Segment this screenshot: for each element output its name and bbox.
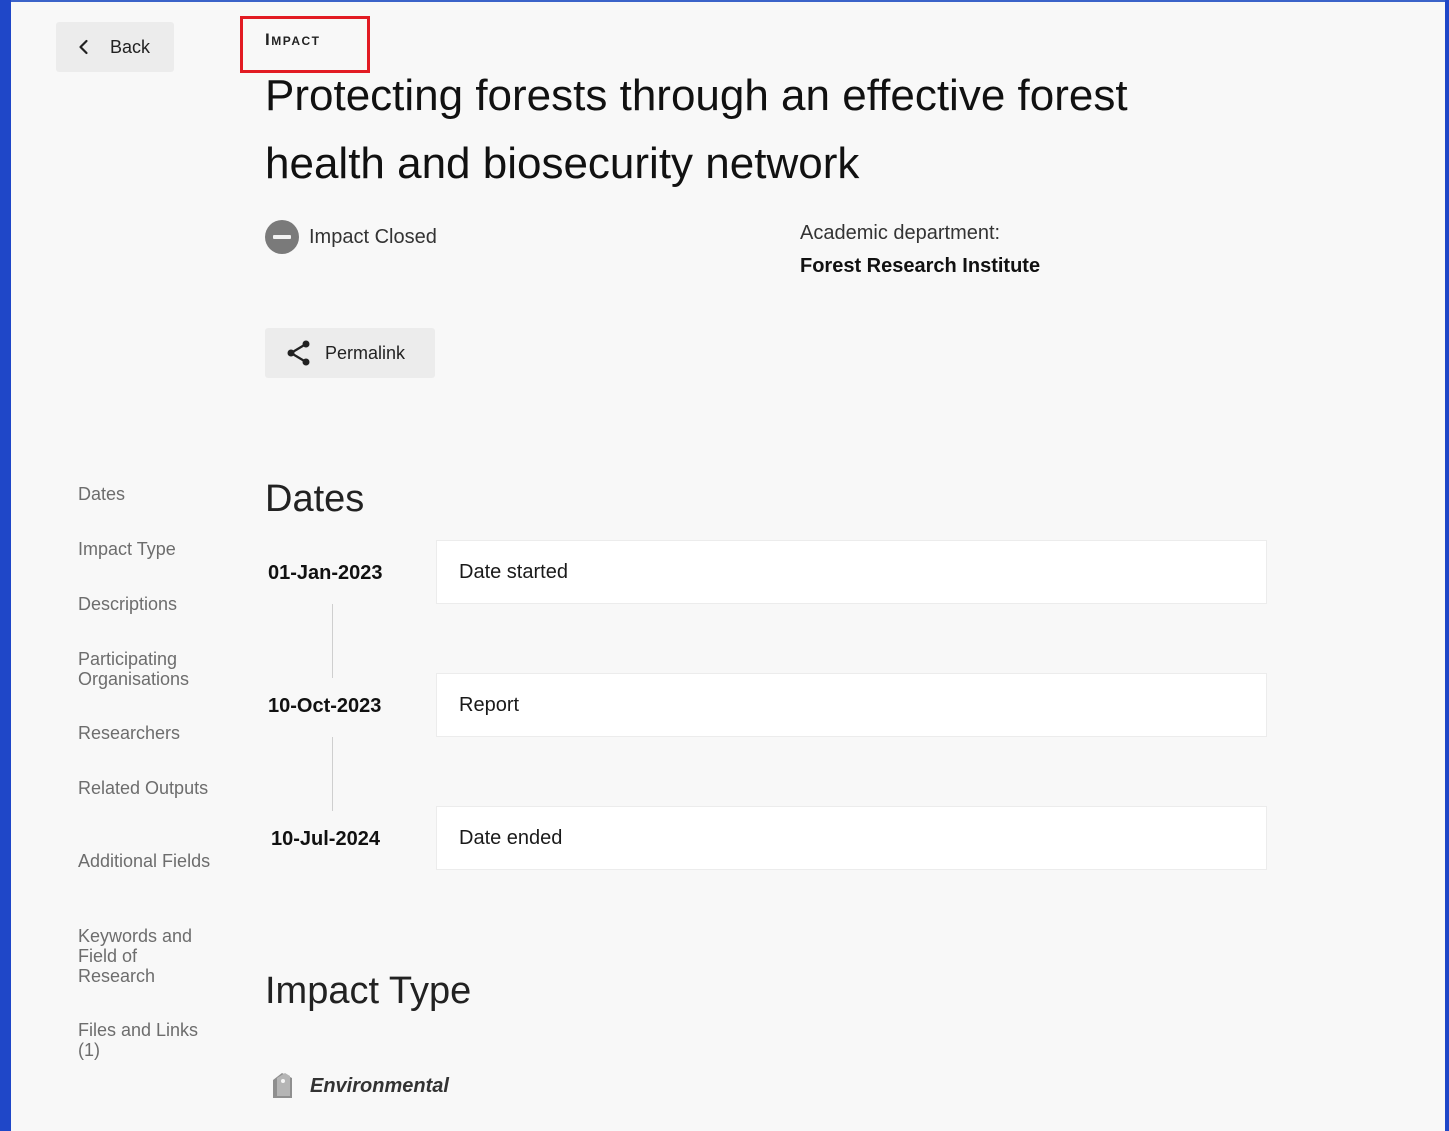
academic-department: Academic department: Forest Research Ins… <box>800 222 1040 278</box>
status-text: Impact Closed <box>309 225 437 248</box>
impact-type-heading: Impact Type <box>265 970 472 1012</box>
window-edge-right <box>1445 0 1449 1131</box>
date-card: Report <box>436 673 1267 737</box>
sidebar-item-keywords[interactable]: Keywords and Field of Research <box>78 926 218 986</box>
permalink-label: Permalink <box>325 342 406 363</box>
timeline-connector <box>332 604 333 678</box>
impact-type-item: Environmental <box>268 1070 449 1102</box>
date-card-label: Date ended <box>459 826 563 849</box>
back-button[interactable]: Back <box>56 22 174 72</box>
window-edge-top <box>11 0 1449 2</box>
date-card-label: Date started <box>459 560 568 583</box>
sidebar-item-additional-fields[interactable]: Additional Fields <box>78 851 218 871</box>
sidebar-item-participating-organisations[interactable]: Participating Organisations <box>78 649 218 689</box>
sidebar-item-descriptions[interactable]: Descriptions <box>78 594 218 614</box>
minus-circle-icon <box>265 220 299 254</box>
date-card-label: Report <box>459 693 520 716</box>
sidebar-item-dates[interactable]: Dates <box>78 484 218 504</box>
page-title: Protecting forests through an effective … <box>265 71 1128 188</box>
timeline-connector <box>332 737 333 811</box>
department-label: Academic department: <box>800 222 1001 244</box>
date-value: 10-Oct-2023 <box>268 695 382 717</box>
chevron-left-icon <box>79 39 88 55</box>
window-edge-left <box>0 0 11 1131</box>
tag-icon <box>273 1073 292 1098</box>
date-card: Date ended <box>436 806 1267 870</box>
impact-type-value: Environmental <box>310 1074 449 1097</box>
back-button-label: Back <box>110 36 151 57</box>
share-icon <box>287 340 310 366</box>
date-value: 01-Jan-2023 <box>268 562 383 584</box>
date-card: Date started <box>436 540 1267 604</box>
status-badge: Impact Closed <box>265 220 437 254</box>
date-value: 10-Jul-2024 <box>271 828 380 850</box>
sidebar-item-files-and-links[interactable]: Files and Links (1) <box>78 1020 218 1060</box>
permalink-button[interactable]: Permalink <box>265 328 435 378</box>
dates-heading: Dates <box>265 478 365 520</box>
sidebar-item-related-outputs[interactable]: Related Outputs <box>78 778 218 798</box>
department-value: Forest Research Institute <box>800 255 1041 277</box>
sidebar-item-impact-type[interactable]: Impact Type <box>78 539 218 559</box>
sidebar-item-researchers[interactable]: Researchers <box>78 723 218 743</box>
category-label: Impact <box>265 30 321 49</box>
